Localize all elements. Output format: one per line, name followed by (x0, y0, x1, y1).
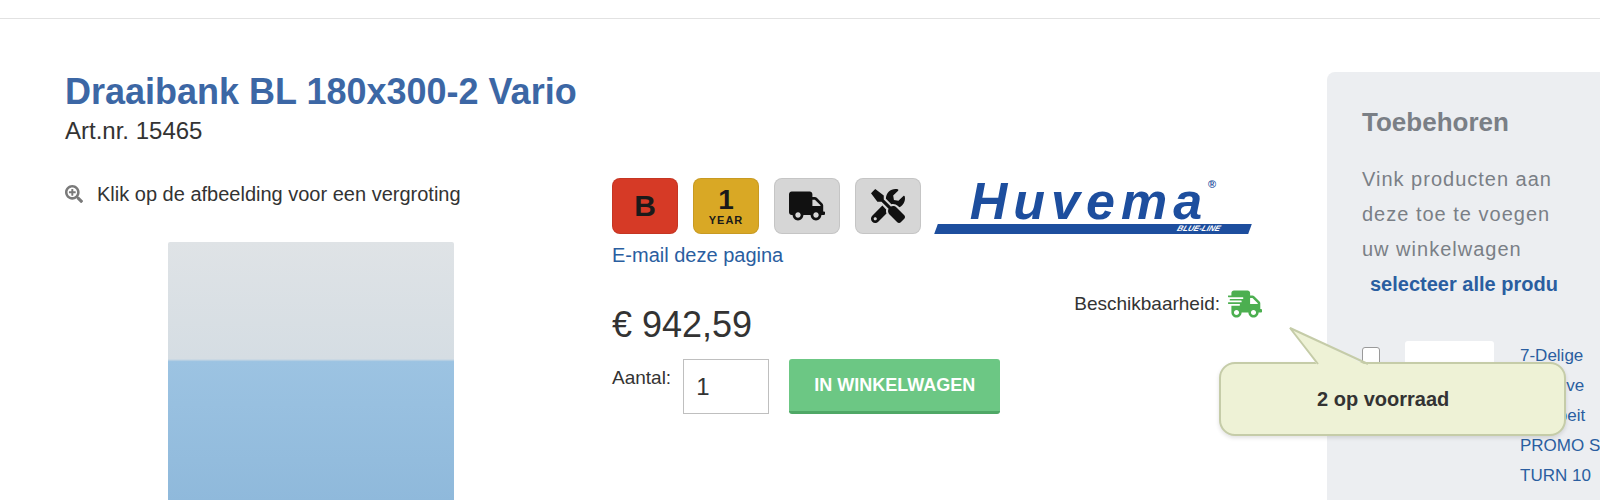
stock-tooltip-text: 2 op voorraad (1317, 387, 1449, 411)
stock-tooltip: 2 op voorraad (1219, 362, 1566, 436)
intro-line: deze toe te voegen (1362, 197, 1600, 232)
accessory-line: TURN 10 (1520, 461, 1600, 491)
badge-row: B 1YEAR Huvema®BLUE-LINE (612, 178, 1272, 234)
zoom-hint[interactable]: Klik op de afbeelding voor een vergrotin… (65, 182, 612, 206)
quantity-row: Aantal: IN WINKELWAGEN (612, 359, 1272, 414)
top-bar (0, 0, 1600, 19)
product-image[interactable] (168, 242, 454, 500)
availability: Beschikbaarheid: (1074, 287, 1262, 321)
tools-icon (871, 189, 905, 223)
registered-mark: ® (1208, 178, 1216, 190)
badge-year-label: YEAR (709, 214, 744, 226)
tooltip-tail (1288, 326, 1378, 368)
service-badge (855, 178, 921, 234)
intro-line: uw winkelwagen (1362, 232, 1600, 267)
stock-truck-icon[interactable] (1228, 287, 1262, 321)
truck-icon (789, 188, 825, 224)
info-column: B 1YEAR Huvema®BLUE-LINE E-mail deze pagina… (612, 168, 1272, 500)
product-title: Draaibank BL 180x300-2 Vario (65, 70, 1327, 114)
delivery-badge (774, 178, 840, 234)
brand-line: BLUE-LINE (1176, 224, 1222, 234)
availability-label: Beschikbaarheid: (1074, 293, 1220, 315)
brand-name: Huvema® (936, 178, 1250, 224)
intro-line: Vink producten aan (1362, 162, 1600, 197)
price-row: € 942,59 Beschikbaarheid: (612, 287, 1262, 347)
brand-badge: B (612, 178, 678, 234)
warranty-badge: 1YEAR (693, 178, 759, 234)
quantity-input[interactable] (683, 359, 769, 414)
zoom-hint-text: Klik op de afbeelding voor een vergrotin… (97, 182, 461, 206)
zoom-icon (65, 185, 83, 203)
brand-bar: BLUE-LINE (934, 224, 1252, 234)
add-to-cart-button[interactable]: IN WINKELWAGEN (789, 359, 1000, 414)
badge-year: 1 (718, 186, 734, 214)
product-content: Klik op de afbeelding voor een vergrotin… (65, 168, 1327, 500)
product-main: Draaibank BL 180x300-2 VarioArt.nr. 1546… (0, 19, 1327, 500)
article-number: Art.nr. 15465 (65, 116, 1327, 146)
price: € 942,59 (612, 303, 752, 347)
accessories-intro: Vink producten aandeze toe te voegenuw w… (1362, 162, 1600, 302)
quantity-label: Aantal: (612, 359, 671, 389)
image-column: Klik op de afbeelding voor een vergrotin… (65, 168, 612, 500)
email-link[interactable]: E-mail deze pagina (612, 243, 1272, 267)
product-page: Draaibank BL 180x300-2 VarioArt.nr. 1546… (0, 0, 1600, 500)
brand-logo: Huvema®BLUE-LINE (936, 178, 1250, 234)
accessories-title: Toebehoren (1362, 106, 1600, 138)
badge-letter: B (634, 190, 656, 222)
select-all-link[interactable]: selecteer alle produ (1362, 267, 1600, 302)
